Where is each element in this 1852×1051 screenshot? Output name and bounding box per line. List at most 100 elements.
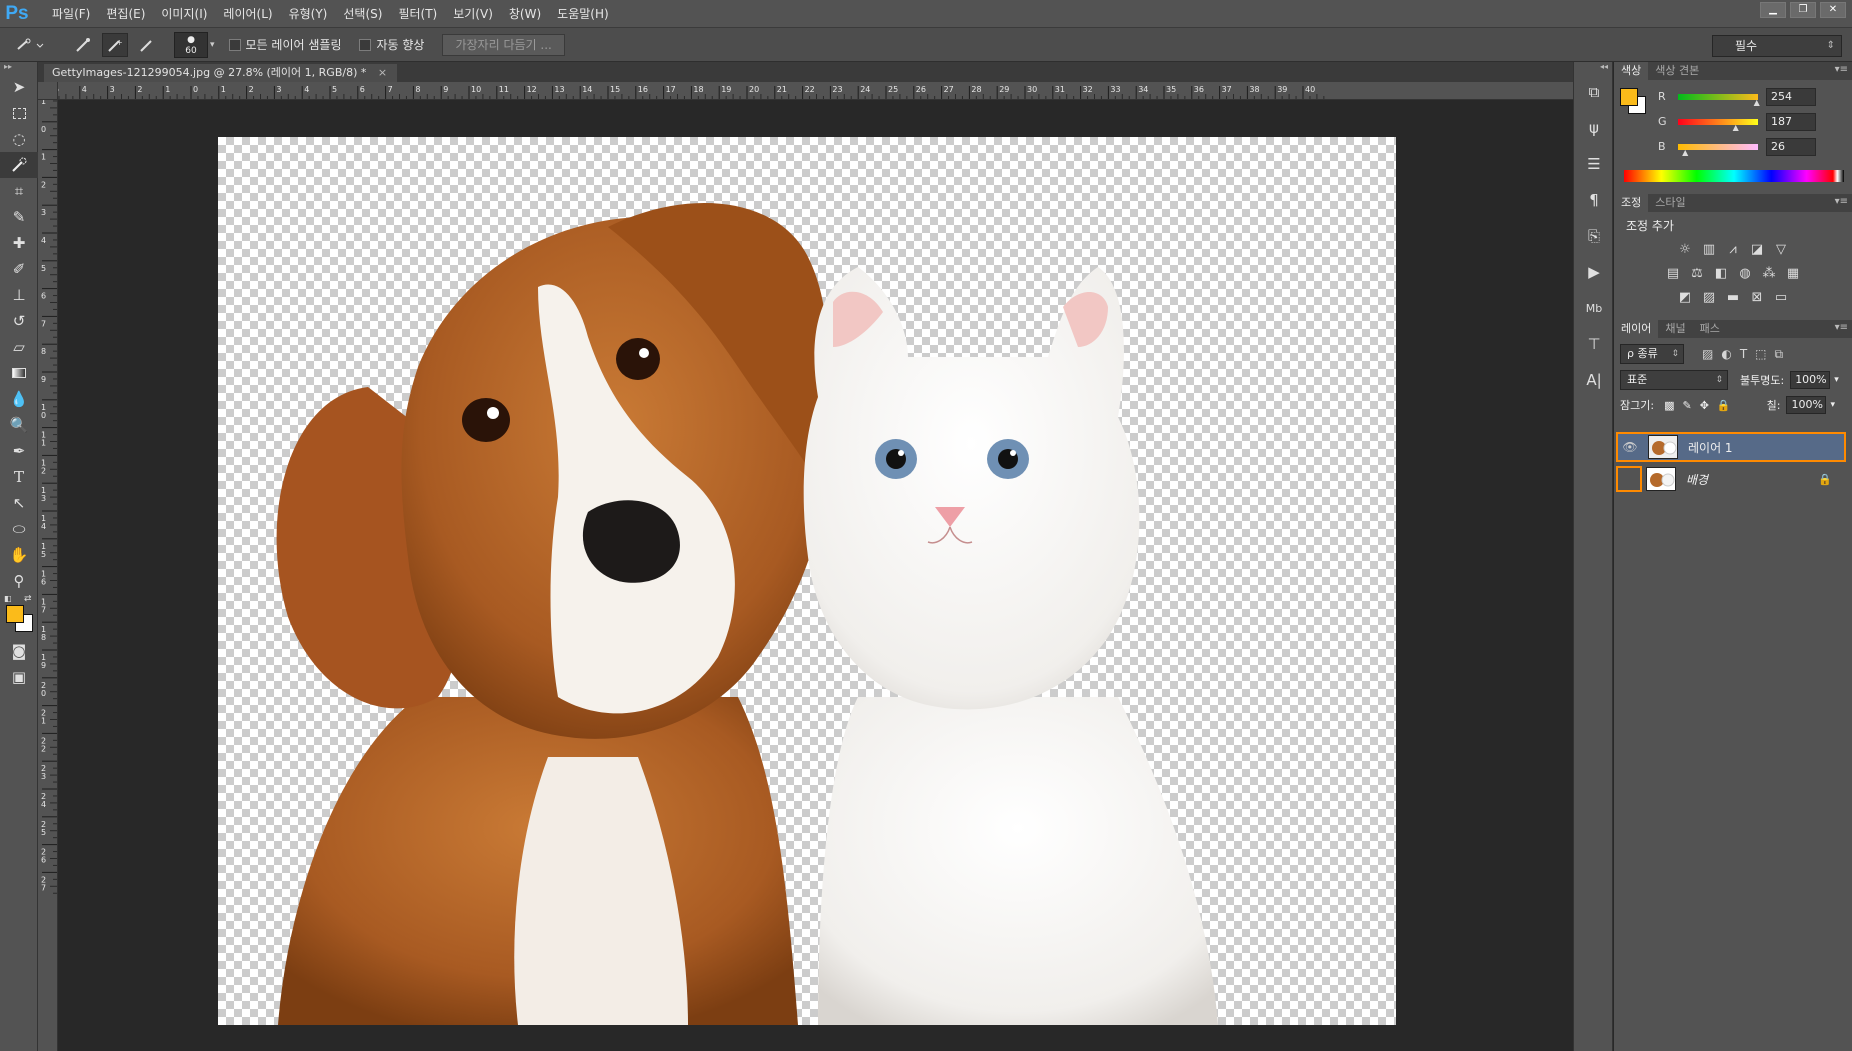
document-tab[interactable]: GettyImages-121299054.jpg @ 27.8% (레이어 1… xyxy=(44,64,398,82)
tool-presets-button[interactable]: ψ xyxy=(1574,110,1614,146)
black-white-icon[interactable]: ◧ xyxy=(1712,266,1730,282)
red-value-input[interactable]: 254 xyxy=(1766,87,1816,106)
blur-tool[interactable]: 💧 xyxy=(0,386,38,412)
channel-mixer-icon[interactable]: ⁂ xyxy=(1760,266,1778,282)
tab-styles[interactable]: 스타일 xyxy=(1648,194,1692,212)
sample-all-layers-checkbox[interactable] xyxy=(228,38,241,51)
default-colors-icon[interactable]: ◧ xyxy=(4,594,12,603)
menu-file[interactable]: 파일(F) xyxy=(44,5,98,22)
path-selection-tool[interactable]: ↖ xyxy=(0,490,38,516)
green-slider-thumb[interactable]: ▲ xyxy=(1733,123,1739,132)
filter-shape-icon[interactable]: ⬚ xyxy=(1755,347,1766,361)
green-value-input[interactable]: 187 xyxy=(1766,112,1816,131)
tab-paths[interactable]: 패스 xyxy=(1693,320,1727,338)
green-slider[interactable]: ▲ xyxy=(1678,118,1758,132)
menu-filter[interactable]: 필터(T) xyxy=(390,5,445,22)
visibility-toggle-empty[interactable] xyxy=(1616,466,1642,492)
lock-pixels-icon[interactable]: ✎ xyxy=(1682,399,1691,412)
shape-tool[interactable]: ⬭ xyxy=(0,516,38,542)
canvas-area[interactable] xyxy=(58,100,1573,1051)
tool-preset-picker[interactable] xyxy=(10,33,50,57)
filter-type-icon[interactable]: T xyxy=(1740,347,1747,361)
lock-position-icon[interactable]: ✥ xyxy=(1700,399,1709,412)
blue-value-input[interactable]: 26 xyxy=(1766,137,1816,156)
photo-filter-icon[interactable]: ◍ xyxy=(1736,266,1754,282)
collapse-panels-icon[interactable]: ◂◂ xyxy=(1574,62,1612,74)
fill-dropdown-icon[interactable]: ▾ xyxy=(1830,400,1835,410)
eyedropper-tool[interactable]: ✎ xyxy=(0,204,38,230)
mini-bridge-button[interactable]: Mb xyxy=(1574,290,1614,326)
quick-selection-tool[interactable] xyxy=(0,152,38,178)
selective-color-icon[interactable]: ⊠ xyxy=(1748,290,1766,306)
red-slider[interactable]: ▲ xyxy=(1678,93,1760,107)
restore-button[interactable]: ❐ xyxy=(1790,2,1816,18)
close-window-button[interactable]: ✕ xyxy=(1820,2,1846,18)
menu-image[interactable]: 이미지(I) xyxy=(153,5,215,22)
new-selection-button[interactable] xyxy=(70,33,96,57)
gradient-map-icon[interactable]: ▭ xyxy=(1772,290,1790,306)
filter-smart-object-icon[interactable]: ⧉ xyxy=(1775,347,1784,362)
gradient-tool[interactable] xyxy=(0,360,38,386)
history-panel-button[interactable]: ⧉ xyxy=(1574,74,1614,110)
minimize-button[interactable]: ▁ xyxy=(1760,2,1786,18)
filter-pixel-icon[interactable]: ▨ xyxy=(1702,347,1713,361)
actions-panel-button[interactable]: ▶ xyxy=(1574,254,1614,290)
panel-menu-icon[interactable]: ▾≡ xyxy=(1835,196,1848,207)
menu-edit[interactable]: 편집(E) xyxy=(98,5,153,22)
filter-adjustment-icon[interactable]: ◐ xyxy=(1721,347,1731,361)
brush-picker[interactable]: ● 60 ▾ xyxy=(174,31,215,58)
blue-slider-thumb[interactable]: ▲ xyxy=(1682,148,1688,157)
opacity-input[interactable]: 100% xyxy=(1790,371,1831,389)
screen-mode-button[interactable]: ▣ xyxy=(0,664,38,690)
menu-help[interactable]: 도움말(H) xyxy=(549,5,617,22)
lasso-tool[interactable]: ◌ xyxy=(0,126,38,152)
tab-layers[interactable]: 레이어 xyxy=(1614,320,1659,338)
opacity-dropdown-icon[interactable]: ▾ xyxy=(1834,375,1839,385)
tab-swatches[interactable]: 색상 견본 xyxy=(1648,62,1706,80)
color-lookup-icon[interactable]: ▦ xyxy=(1784,266,1802,282)
posterize-icon[interactable]: ▨ xyxy=(1700,290,1718,306)
clone-source-button[interactable]: ⎘ xyxy=(1574,218,1614,254)
lock-all-icon[interactable]: 🔒 xyxy=(1717,399,1731,412)
refine-edge-button[interactable]: 가장자리 다듬기 ... xyxy=(442,33,565,56)
lock-transparency-icon[interactable]: ▩ xyxy=(1664,399,1674,412)
color-spectrum-ramp[interactable] xyxy=(1624,170,1844,182)
move-tool[interactable]: ➤ xyxy=(0,74,38,100)
layer-row-background[interactable]: 배경 🔒 xyxy=(1616,464,1846,494)
auto-enhance-option[interactable]: 자동 향상 xyxy=(359,36,424,53)
menu-type[interactable]: 유형(Y) xyxy=(281,5,336,22)
subtract-from-selection-button[interactable]: - xyxy=(134,33,160,57)
paragraph-panel-button[interactable]: ¶ xyxy=(1574,182,1614,218)
tab-color[interactable]: 색상 xyxy=(1614,62,1649,80)
document-canvas[interactable] xyxy=(218,137,1396,1025)
fill-input[interactable]: 100% xyxy=(1786,396,1827,414)
marquee-tool[interactable] xyxy=(0,100,38,126)
character-panel-button[interactable]: A| xyxy=(1574,362,1614,398)
blue-slider[interactable]: ▲ xyxy=(1678,143,1758,157)
threshold-icon[interactable]: ▬ xyxy=(1724,290,1742,306)
quick-mask-button[interactable]: ◙ xyxy=(0,638,38,664)
vibrance-icon[interactable]: ▽ xyxy=(1772,242,1790,258)
menu-layer[interactable]: 레이어(L) xyxy=(215,5,280,22)
eraser-tool[interactable]: ▱ xyxy=(0,334,38,360)
swap-colors-icon[interactable]: ⇄ xyxy=(24,594,32,604)
healing-brush-tool[interactable]: ✚ xyxy=(0,230,38,256)
tab-channels[interactable]: 채널 xyxy=(1658,320,1692,338)
levels-icon[interactable]: ▥ xyxy=(1700,242,1718,258)
hand-tool[interactable]: ✋ xyxy=(0,542,38,568)
auto-enhance-checkbox[interactable] xyxy=(359,38,372,51)
menu-window[interactable]: 창(W) xyxy=(501,5,549,22)
brush-tool[interactable]: ✐ xyxy=(0,256,38,282)
blend-mode-select[interactable]: 표준 xyxy=(1620,370,1728,390)
brightness-icon[interactable]: ☼ xyxy=(1676,242,1694,258)
measurement-log-button[interactable]: ⊤ xyxy=(1574,326,1614,362)
color-balance-icon[interactable]: ⚖ xyxy=(1688,266,1706,282)
panel-menu-icon[interactable]: ▾≡ xyxy=(1835,64,1848,75)
red-slider-thumb[interactable]: ▲ xyxy=(1754,98,1760,107)
menu-view[interactable]: 보기(V) xyxy=(445,5,501,22)
history-brush-tool[interactable]: ↺ xyxy=(0,308,38,334)
foreground-color-swatch[interactable] xyxy=(6,605,24,623)
menu-select[interactable]: 선택(S) xyxy=(335,5,390,22)
close-tab-icon[interactable]: × xyxy=(378,66,387,79)
dodge-tool[interactable]: 🔍 xyxy=(0,412,38,438)
